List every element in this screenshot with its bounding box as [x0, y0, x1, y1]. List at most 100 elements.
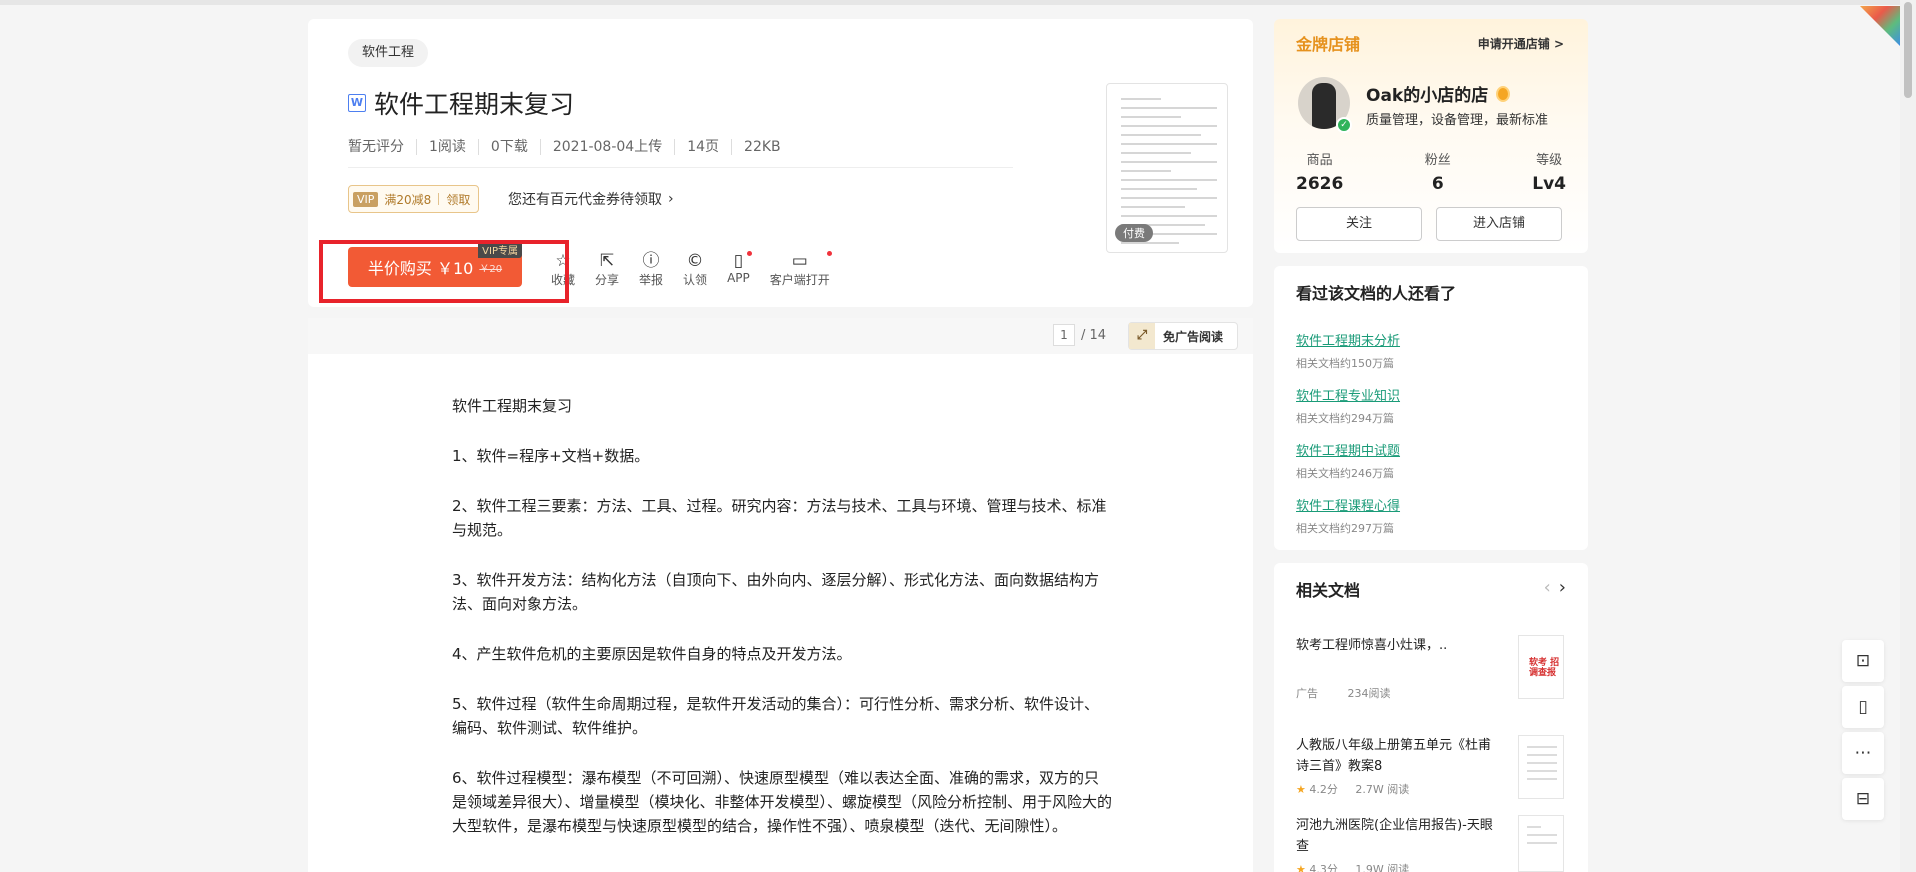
report-label: 举报 [639, 273, 664, 287]
star-icon: ★ [1296, 783, 1306, 796]
stat-label: 粉丝 [1424, 153, 1451, 168]
thumb-line [1121, 134, 1201, 136]
word-file-icon: W [348, 94, 366, 112]
follow-button[interactable]: 关注 [1296, 207, 1422, 241]
reader-toolbar: 1 / 14 ⤢ 免广告阅读 [308, 318, 1253, 354]
document-page: 软件工程期末复习 1、软件=程序+文档+数据。 2、软件工程三要素：方法、工具、… [308, 354, 1253, 872]
thumb-line [1121, 98, 1161, 100]
thumb-line [1121, 215, 1217, 217]
share-button[interactable]: ⇱ 分享 [595, 251, 619, 288]
document-thumbnail[interactable]: 付费 [1106, 83, 1228, 253]
thumb-line [1121, 107, 1217, 109]
shop-description: 质量管理，设备管理，最新标准 [1366, 113, 1549, 128]
also-viewed-link[interactable]: 软件工程专业知识 [1296, 385, 1400, 404]
category-tag[interactable]: 软件工程 [348, 39, 429, 67]
stat-products: 商品 2626 [1296, 149, 1343, 194]
corner-logo-icon[interactable] [1860, 6, 1900, 46]
related-item-thumbnail: 软考 招调查报 [1518, 635, 1564, 699]
thumb-line [1121, 170, 1171, 172]
stat-label: 等级 [1536, 153, 1563, 168]
client-label: 客户端打开 [769, 273, 830, 287]
list-item: 软件工程专业知识 相关文档约294万篇 [1296, 385, 1400, 426]
floating-toolbar: ⊡ ▯ ⋯ ⊟ [1842, 640, 1886, 824]
briefcase-icon[interactable]: ⊡ [1842, 640, 1884, 682]
thumb-line [1121, 197, 1217, 199]
also-viewed-list: 软件工程期末分析 相关文档约150万篇 软件工程专业知识 相关文档约294万篇 … [1296, 330, 1400, 550]
star-icon: ★ [1296, 863, 1306, 872]
rating: 4.2分 [1309, 783, 1338, 796]
share-icon: ⇱ [599, 251, 615, 271]
thumb-line [1121, 143, 1217, 145]
shop-name: Oak的小店的店 [1366, 86, 1489, 106]
total-pages: / 14 [1081, 327, 1107, 343]
page-indicator: 1 / 14 [1053, 324, 1106, 346]
stat-level: 等级 Lv4 [1532, 149, 1566, 194]
page-title: 软件工程期末复习 [374, 90, 575, 119]
list-item: 软件工程期末分析 相关文档约150万篇 [1296, 330, 1400, 371]
thumb-line [1121, 116, 1181, 118]
meta-rating: 暂无评分 [348, 139, 404, 155]
paragraph: 软件工程期末复习 [452, 397, 573, 415]
mobile-icon[interactable]: ▯ [1842, 686, 1884, 728]
stat-label: 商品 [1306, 153, 1333, 168]
verified-icon: ✓ [1336, 117, 1352, 133]
document-body: 软件工程期末复习 1、软件=程序+文档+数据。 2、软件工程三要素：方法、工具、… [452, 394, 1112, 864]
meta-upload-date: 2021-08-04上传 [539, 139, 674, 155]
paragraph: 4、产生软件危机的主要原因是软件自身的特点及开发方法。 [452, 645, 852, 663]
shop-header: 金牌店铺 [1296, 35, 1361, 54]
thumb-line [1527, 826, 1541, 828]
chevron-right-icon[interactable]: › [1559, 577, 1566, 598]
list-item: 软件工程课程心得 相关文档约297万篇 [1296, 495, 1400, 536]
related-item[interactable]: 人教版八年级上册第五单元《杜甫诗三首》教案8 ★ 4.2分 2.7W 阅读 [1296, 735, 1566, 801]
apply-shop-link[interactable]: 申请开通店铺 > [1478, 35, 1564, 52]
notification-dot [826, 251, 832, 256]
also-viewed-link[interactable]: 软件工程期末分析 [1296, 330, 1400, 349]
divider [348, 167, 1013, 168]
expand-icon: ⤢ [1129, 323, 1155, 349]
also-viewed-count: 相关文档约150万篇 [1296, 357, 1394, 370]
thumb-line [1121, 188, 1197, 190]
related-item[interactable]: 河池九洲医院(企业信用报告)-天眼查 ★ 4.3分 1.9W 阅读 [1296, 815, 1566, 872]
ad-free-reading-button[interactable]: ⤢ 免广告阅读 [1128, 322, 1238, 350]
shop-name-row[interactable]: Oak的小店的店 [1366, 81, 1511, 106]
also-viewed-count: 相关文档约246万篇 [1296, 467, 1394, 480]
read-count: 1.9W 阅读 [1355, 863, 1410, 872]
scrollbar[interactable] [1900, 0, 1916, 872]
meta-reads: 1阅读 [416, 139, 478, 155]
app-button[interactable]: ▯ APP [727, 251, 752, 288]
notification-dot [746, 251, 752, 256]
action-toolbar: ☆ 收藏 ⇱ 分享 ⓘ 举报 © 认领 ▯ APP ▭ 客户端打开 [551, 251, 850, 288]
related-item-ad[interactable]: 软考工程师惊喜小灶课，.. 广告 234阅读 软考 招调查报 [1296, 635, 1566, 705]
shop-stats: 商品 2626 粉丝 6 等级 Lv4 [1296, 149, 1566, 194]
report-button[interactable]: ⓘ 举报 [639, 251, 663, 288]
paragraph: 3、软件开发方法：结构化方法（自顶向下、由外向内、逐层分解）、形式化方法、面向数… [452, 571, 1100, 613]
service-icon[interactable]: ⊟ [1842, 778, 1884, 820]
vip-coupon[interactable]: VIP 满20减8 领取 [348, 185, 480, 213]
meta-size: 22KB [731, 139, 793, 155]
paragraph: 2、软件工程三要素：方法、工具、过程。研究内容：方法与技术、工具与环境、管理与技… [452, 497, 1107, 539]
stat-value: 2626 [1296, 174, 1344, 194]
also-viewed-title: 看过该文档的人还看了 [1296, 284, 1457, 303]
open-in-client-button[interactable]: ▭ 客户端打开 [769, 251, 832, 288]
related-item-title: 人教版八年级上册第五单元《杜甫诗三首》教案8 [1296, 738, 1492, 774]
claim-button[interactable]: © 认领 [683, 251, 707, 288]
thumb-line [1527, 842, 1557, 844]
chevron-left-icon[interactable]: ‹ [1544, 577, 1551, 598]
paid-badge: 付费 [1115, 224, 1153, 242]
current-page-input[interactable]: 1 [1053, 324, 1075, 346]
coupon-text: 满20减8 [384, 192, 432, 207]
coupon-hint-link[interactable]: 您还有百元代金券待领取 › [508, 189, 674, 209]
thumb-line [1527, 770, 1557, 772]
thumb-text: 软考 招调查报 [1529, 658, 1560, 678]
scrollbar-thumb[interactable] [1904, 2, 1912, 98]
monitor-icon: ▭ [791, 251, 808, 271]
related-item-thumbnail [1518, 815, 1564, 872]
stat-followers: 粉丝 6 [1425, 149, 1451, 194]
also-viewed-link[interactable]: 软件工程课程心得 [1296, 495, 1400, 514]
enter-shop-button[interactable]: 进入店铺 [1436, 207, 1562, 241]
related-item-meta: ★ 4.2分 2.7W 阅读 [1296, 781, 1409, 797]
also-viewed-count: 相关文档约294万篇 [1296, 412, 1394, 425]
coupon-claim[interactable]: 领取 [446, 191, 470, 208]
feedback-icon[interactable]: ⋯ [1842, 732, 1884, 774]
also-viewed-link[interactable]: 软件工程期中试题 [1296, 440, 1400, 459]
